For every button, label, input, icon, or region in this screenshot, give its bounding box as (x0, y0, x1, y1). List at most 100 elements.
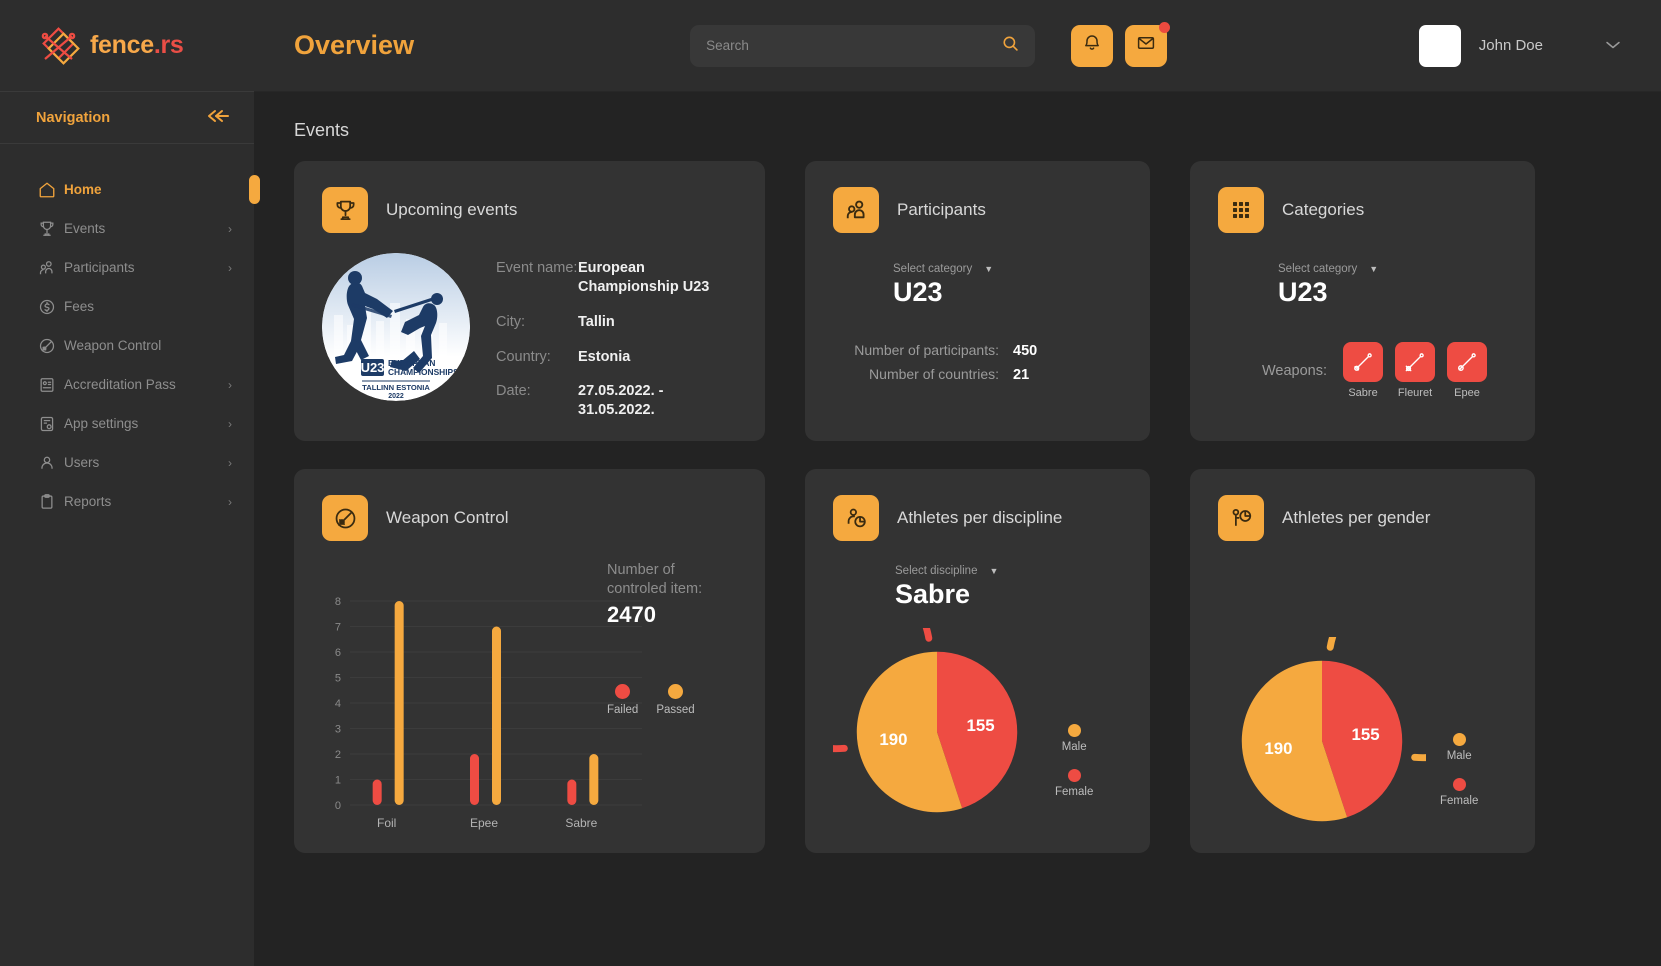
card-athletes-per-discipline: Athletes per discipline Select disciplin… (805, 469, 1150, 853)
select-label-row[interactable]: Select category ▼ (1278, 263, 1507, 275)
sidebar-item-app-settings[interactable]: App settings › (0, 404, 254, 443)
legend-label: Female (1055, 786, 1094, 798)
card-header: Upcoming events (322, 187, 737, 233)
search-box[interactable] (690, 24, 1036, 67)
pie-legend: Male Female (1055, 724, 1093, 814)
top-bar: Overview Search John Doe (254, 0, 1661, 92)
home-icon (38, 181, 64, 199)
app-settings-icon (38, 415, 64, 433)
sidebar-item-users[interactable]: Users › (0, 443, 254, 482)
weapon-name: Epee (1454, 387, 1480, 399)
stat-label: Number of participants: (854, 342, 999, 358)
weapon-sabre[interactable]: Sabre (1343, 342, 1384, 399)
weapon-name: Sabre (1348, 387, 1378, 399)
category-selector[interactable]: Select category ▼ U23 (833, 263, 1122, 308)
event-field: Date: 27.05.2022. - 31.05.2022. (496, 382, 737, 420)
chevron-right-icon: › (228, 377, 232, 392)
svg-text:190: 190 (879, 730, 907, 749)
card-header: Participants (833, 187, 1122, 233)
weapon-fleuret[interactable]: Fleuret (1395, 342, 1436, 399)
stat-row: Number of participants: 450 (833, 342, 1122, 359)
field-value: Estonia (578, 348, 631, 365)
sidebar-item-label: Reports (64, 494, 112, 509)
controlled-items-label-line1: Number of (607, 562, 675, 578)
svg-text:0: 0 (335, 800, 341, 812)
sidebar-item-label: App settings (64, 416, 139, 431)
select-label-row[interactable]: Select category ▼ (893, 263, 1122, 275)
sidebar-item-accreditation-pass[interactable]: Accreditation Pass › (0, 365, 254, 404)
brand-logo[interactable]: fence.rs (0, 0, 254, 92)
category-selector[interactable]: Select category ▼ U23 (1218, 263, 1507, 308)
caret-down-icon[interactable]: ▼ (989, 566, 998, 576)
discipline-pie-wrap: 155 190 Male Female (833, 628, 1122, 836)
legend-label: Male (1446, 750, 1472, 762)
navigation-list: Home Events › Participants › Fees Weapon… (0, 144, 260, 521)
grid-icon (1218, 187, 1264, 233)
main-area: Overview Search John Doe Events Upcoming… (254, 0, 1661, 966)
trophy-icon (322, 187, 368, 233)
card-header: Athletes per discipline (833, 495, 1122, 541)
svg-text:2: 2 (335, 749, 341, 761)
caret-down-icon[interactable]: ▼ (984, 264, 993, 274)
weapon-circle-icon (322, 495, 368, 541)
card-title: Athletes per discipline (897, 508, 1063, 527)
svg-text:Epee: Epee (470, 816, 498, 830)
svg-text:1: 1 (335, 775, 341, 787)
user-menu[interactable]: John Doe (1418, 24, 1621, 67)
card-title: Upcoming events (386, 200, 518, 219)
brand-name-suffix: .rs (153, 31, 184, 59)
legend-swatch (1067, 724, 1081, 737)
navigation-header: Navigation (0, 92, 254, 144)
chevron-down-icon[interactable] (1605, 38, 1621, 53)
sidebar-item-participants[interactable]: Participants › (0, 248, 254, 287)
svg-text:CHAMPIONSHIPS: CHAMPIONSHIPS (388, 367, 459, 377)
page-title: Overview (294, 30, 415, 60)
svg-text:190: 190 (1264, 739, 1292, 758)
legend-item-male: Male (1055, 724, 1093, 753)
search-input[interactable] (706, 38, 1003, 53)
id-card-icon (38, 376, 64, 394)
search-icon[interactable] (1002, 35, 1019, 57)
people-icon (833, 187, 879, 233)
caret-down-icon[interactable]: ▼ (1369, 264, 1378, 274)
messages-button[interactable] (1125, 21, 1171, 67)
card-title: Weapon Control (386, 508, 509, 527)
chevron-right-icon: › (228, 260, 232, 275)
card-header: Weapon Control (322, 495, 737, 541)
svg-text:U23: U23 (361, 360, 385, 375)
notifications-button[interactable] (1071, 24, 1114, 67)
brand-name-primary: fence (90, 31, 154, 59)
sidebar-item-fees[interactable]: Fees (0, 287, 254, 326)
active-indicator (249, 175, 260, 204)
svg-text:4: 4 (335, 698, 341, 710)
athletes-per-gender-pie: 155 190 (1241, 637, 1426, 822)
legend-swatch (1067, 769, 1081, 782)
event-field: City: Tallin (496, 313, 737, 332)
envelope-icon (1136, 33, 1156, 58)
sidebar-item-events[interactable]: Events › (0, 209, 254, 248)
sabre-icon (1343, 342, 1384, 382)
select-label-row[interactable]: Select discipline ▼ (895, 565, 1122, 577)
clipboard-icon (38, 493, 64, 511)
card-title: Participants (897, 200, 986, 219)
weapon-circle-icon (38, 337, 64, 355)
sidebar-item-label: Home (64, 182, 102, 197)
weapon-name: Fleuret (1397, 387, 1433, 399)
sidebar-item-reports[interactable]: Reports › (0, 482, 254, 521)
dollar-circle-icon (38, 298, 64, 316)
weapons-label: Weapons: (1262, 362, 1328, 379)
sidebar-item-weapon-control[interactable]: Weapon Control (0, 326, 254, 365)
epee-icon (1447, 342, 1488, 382)
legend-label: Male (1061, 741, 1087, 753)
double-chevron-left-icon[interactable] (206, 108, 230, 127)
sidebar-item-label: Fees (64, 299, 95, 314)
discipline-selector[interactable]: Select discipline ▼ Sabre (833, 565, 1122, 610)
field-value: European Championship U23 (578, 260, 710, 295)
sidebar-item-home[interactable]: Home (0, 170, 260, 209)
weapon-epee[interactable]: Epee (1447, 342, 1488, 399)
sidebar-item-label: Accreditation Pass (64, 377, 176, 392)
field-value: 27.05.2022. - 31.05.2022. (578, 383, 664, 419)
gender-pie-wrap: 155 190 Male Female (1218, 637, 1507, 845)
sidebar-item-label: Events (64, 221, 106, 236)
sidebar-item-label: Users (64, 455, 100, 470)
